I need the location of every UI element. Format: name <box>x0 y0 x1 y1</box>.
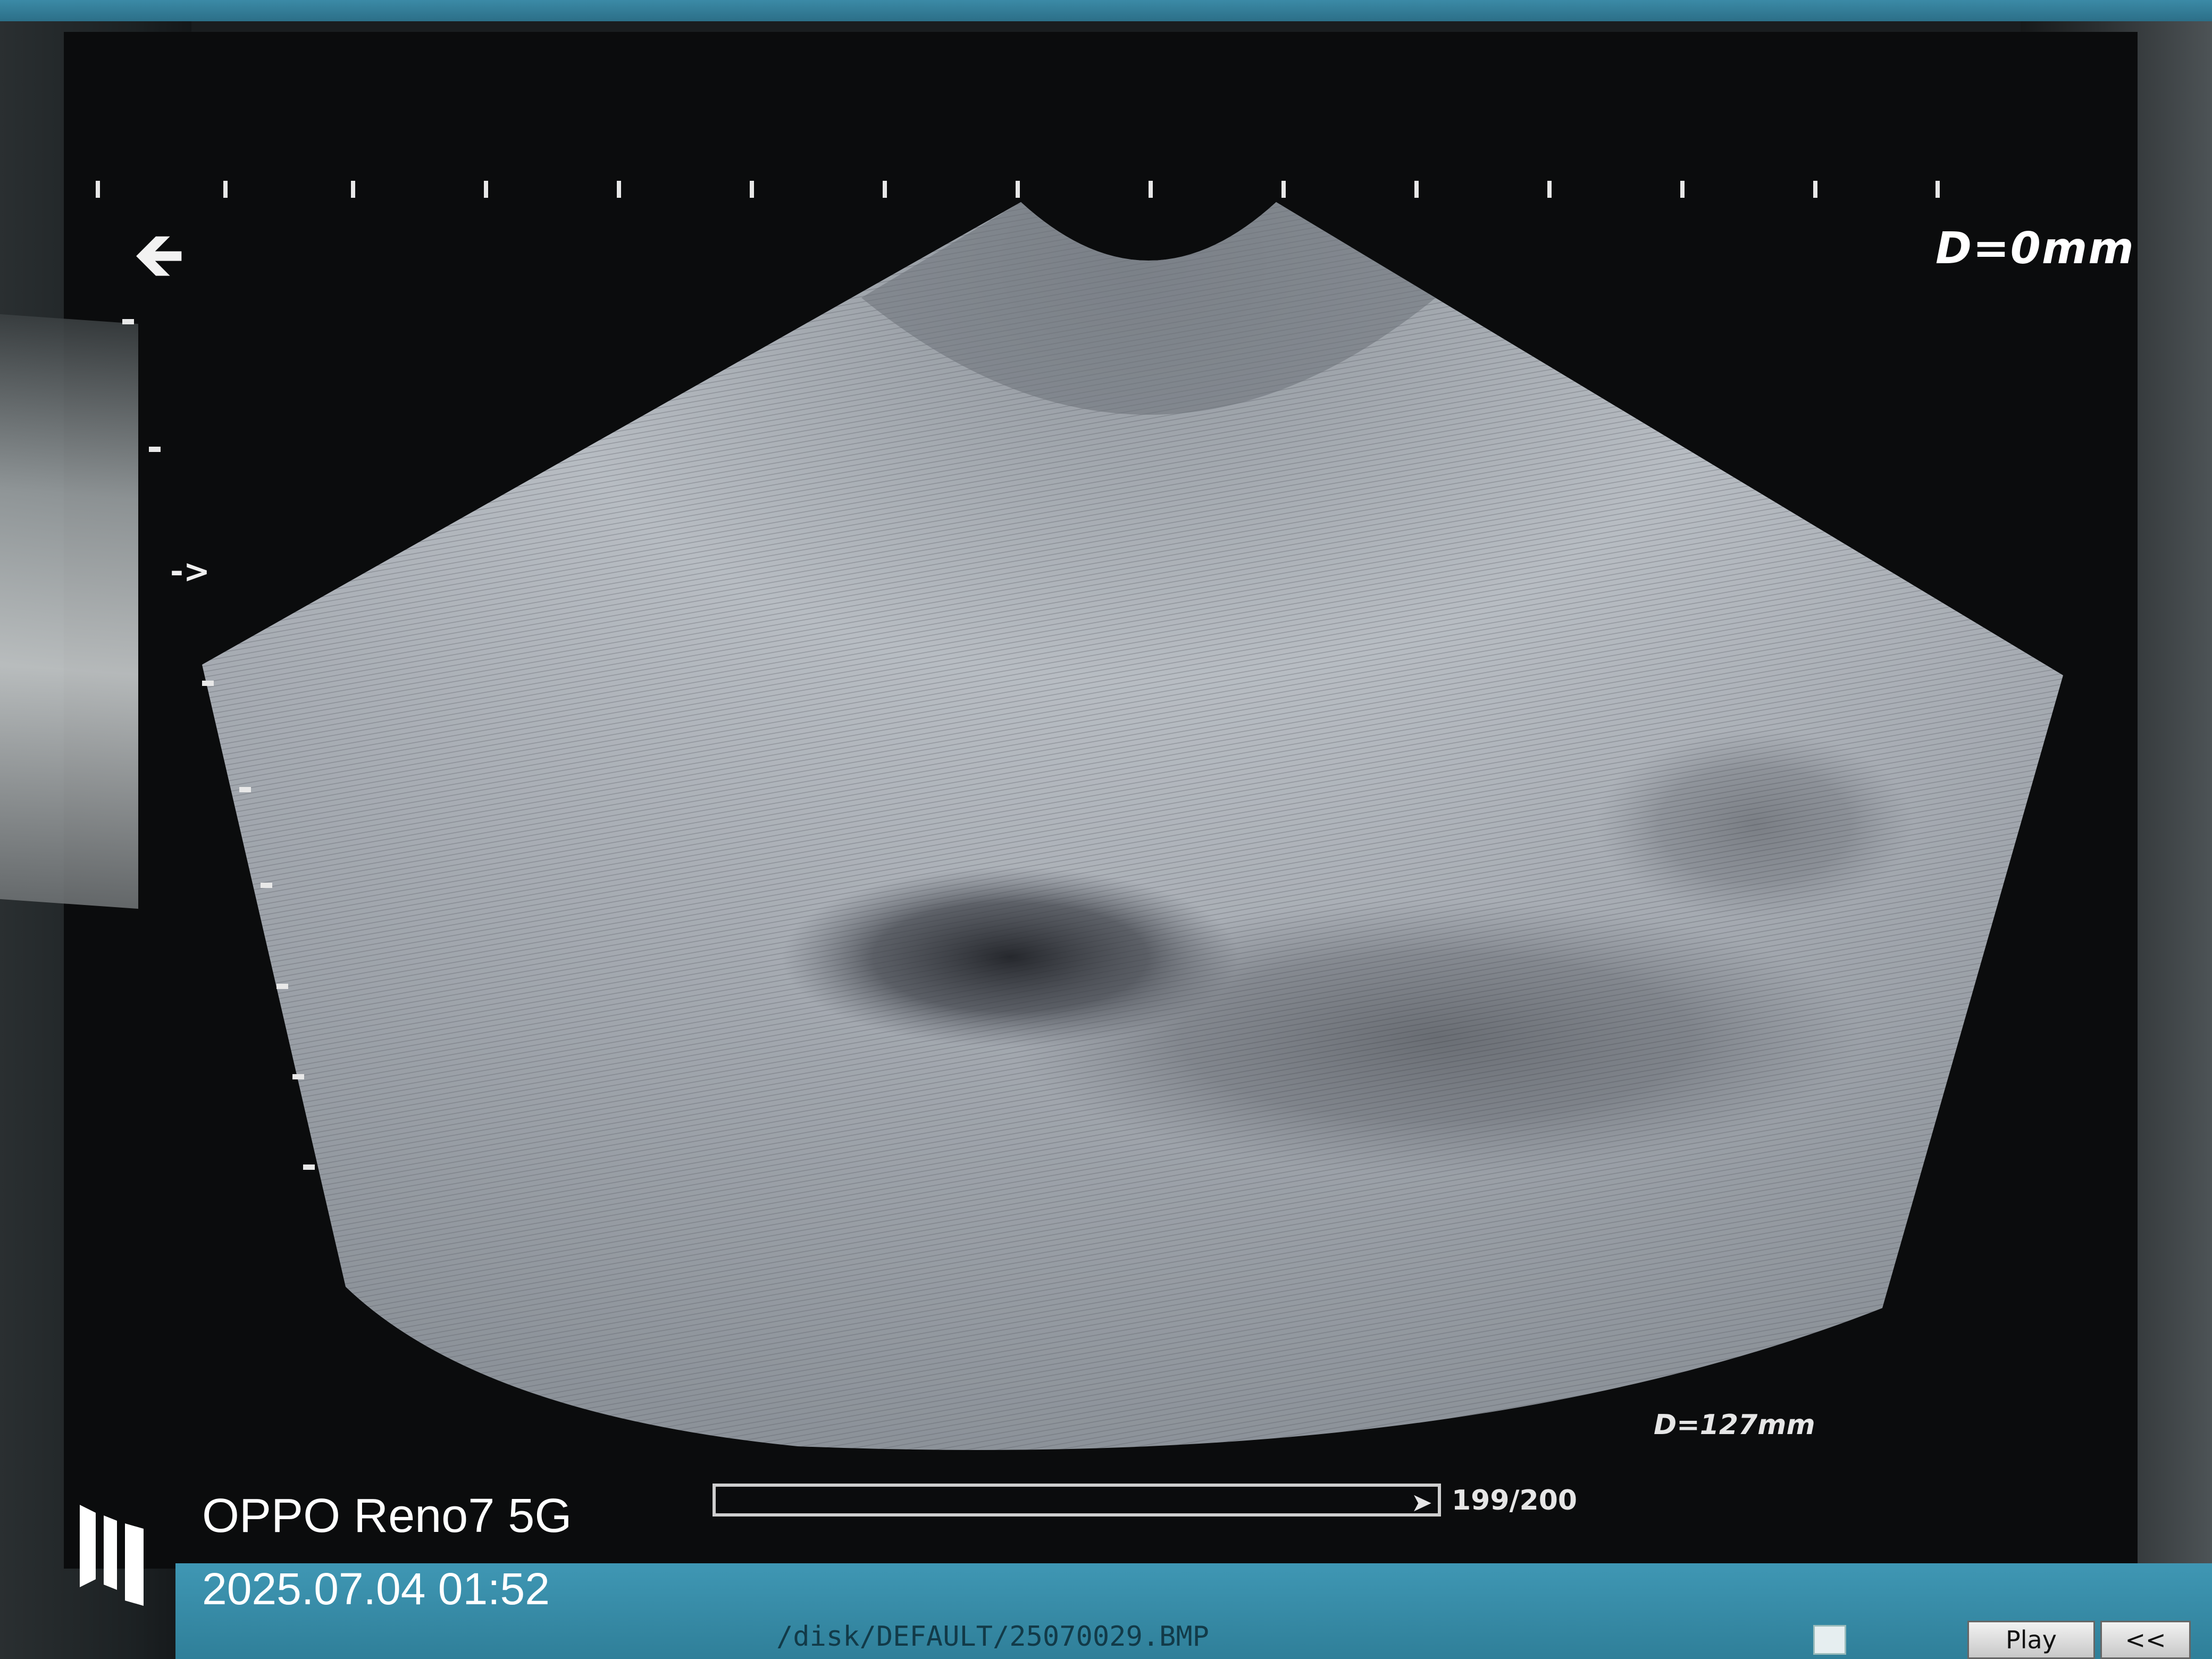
depth-bottom-label: D=127mm <box>1654 1409 1815 1441</box>
left-ruler <box>80 181 315 1457</box>
rewind-button[interactable]: << <box>2100 1621 2191 1659</box>
capture-datetime: 2025.07.04 01:52 <box>202 1564 550 1614</box>
progress-handle-icon[interactable]: ➤ <box>1411 1490 1432 1515</box>
file-path: /disk/DEFAULT/25070029.BMP <box>776 1621 1209 1653</box>
left-arrow-icon: 🡸 <box>133 218 185 292</box>
top-ruler <box>85 181 2084 213</box>
depth-top-label: D=0mm <box>1936 223 2135 274</box>
camera-logo-icon <box>80 1505 144 1606</box>
cine-progress-bar[interactable]: ➤ <box>713 1484 1441 1516</box>
status-checkbox[interactable] <box>1813 1625 1846 1655</box>
camera-model: OPPO Reno7 5G <box>202 1489 572 1543</box>
ultrasound-image <box>202 202 2063 1450</box>
play-button[interactable]: Play <box>1967 1621 2095 1659</box>
direction-marker: -> <box>170 553 211 590</box>
frame-counter: 199/200 <box>1452 1485 1578 1516</box>
